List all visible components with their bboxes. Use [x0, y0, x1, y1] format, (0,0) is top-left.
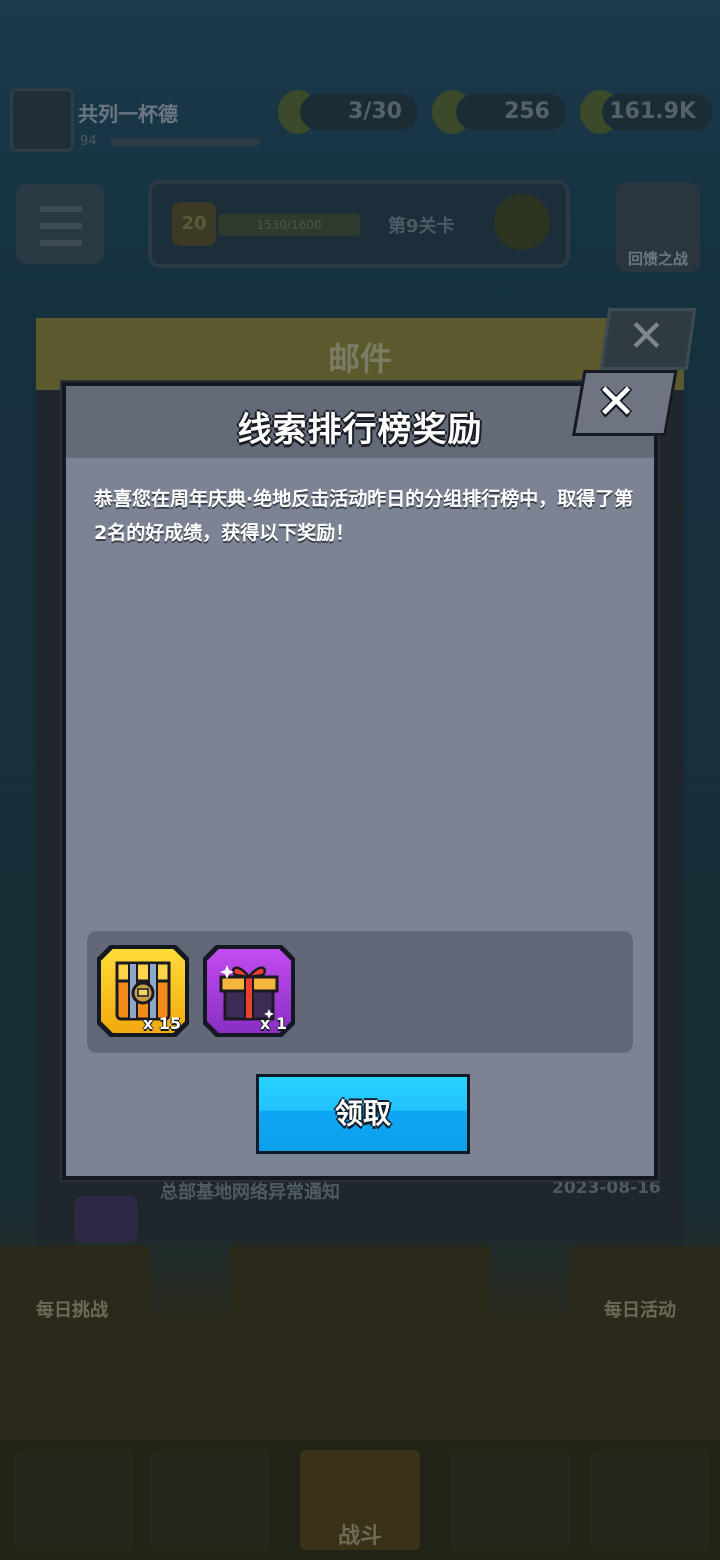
player-xp-bar	[110, 138, 260, 146]
mail-close-icon: ✕	[628, 311, 665, 362]
reward-tray: x 15 x 1	[87, 931, 633, 1053]
nav-tab-clan	[450, 1450, 570, 1550]
mail-item-title: 总部基地网络异常通知	[160, 1182, 340, 1203]
claim-button-label: 领取	[334, 1097, 391, 1130]
dialog-title: 线索排行榜奖励	[237, 410, 483, 450]
reward-quantity: x 15	[142, 1014, 181, 1033]
reward-item-chest[interactable]: x 15	[97, 945, 189, 1037]
mail-item-date: 2023-08-16	[552, 1178, 661, 1198]
coin-counter: 161.9K	[602, 94, 712, 130]
reward-quantity: x 1	[259, 1014, 287, 1033]
dialog-close-button[interactable]: ✕	[572, 370, 678, 436]
nav-tab-events	[590, 1450, 710, 1550]
claim-button[interactable]: 领取	[256, 1074, 470, 1154]
gem-counter: 256	[456, 94, 566, 130]
close-icon: ✕	[596, 374, 637, 430]
nav-tab-heroes	[150, 1450, 270, 1550]
level-badge: 20	[172, 202, 216, 246]
reward-message: 恭喜您在周年庆典·绝地反击活动昨日的分组排行榜中，取得了第2名的好成绩，获得以下…	[94, 488, 634, 544]
mail-gift-icon	[74, 1196, 138, 1242]
stage-text: 第9关卡	[388, 216, 455, 237]
event-panel	[230, 1246, 490, 1328]
list-icon	[40, 206, 82, 246]
player-avatar	[10, 88, 74, 152]
nav-battle-label: 战斗	[337, 1524, 382, 1549]
daily-activity-label: 每日活动	[604, 1300, 676, 1321]
reward-item-gift[interactable]: x 1	[203, 945, 295, 1037]
trophy-icon	[494, 194, 550, 250]
player-name: 共列一杯德	[78, 102, 178, 126]
player-level: 94	[80, 134, 97, 149]
daily-challenge-label: 每日挑战	[36, 1300, 108, 1321]
nav-tab-shop	[14, 1450, 134, 1550]
level-progress: 1530/1600	[218, 214, 360, 236]
dialog-header: 线索排行榜奖励	[66, 386, 654, 458]
energy-counter: 3/30	[300, 94, 418, 130]
reward-dialog: 线索排行榜奖励 恭喜您在周年庆典·绝地反击活动昨日的分组排行榜中，取得了第2名的…	[62, 382, 658, 1180]
shield-label: 回馈之战	[627, 250, 688, 268]
